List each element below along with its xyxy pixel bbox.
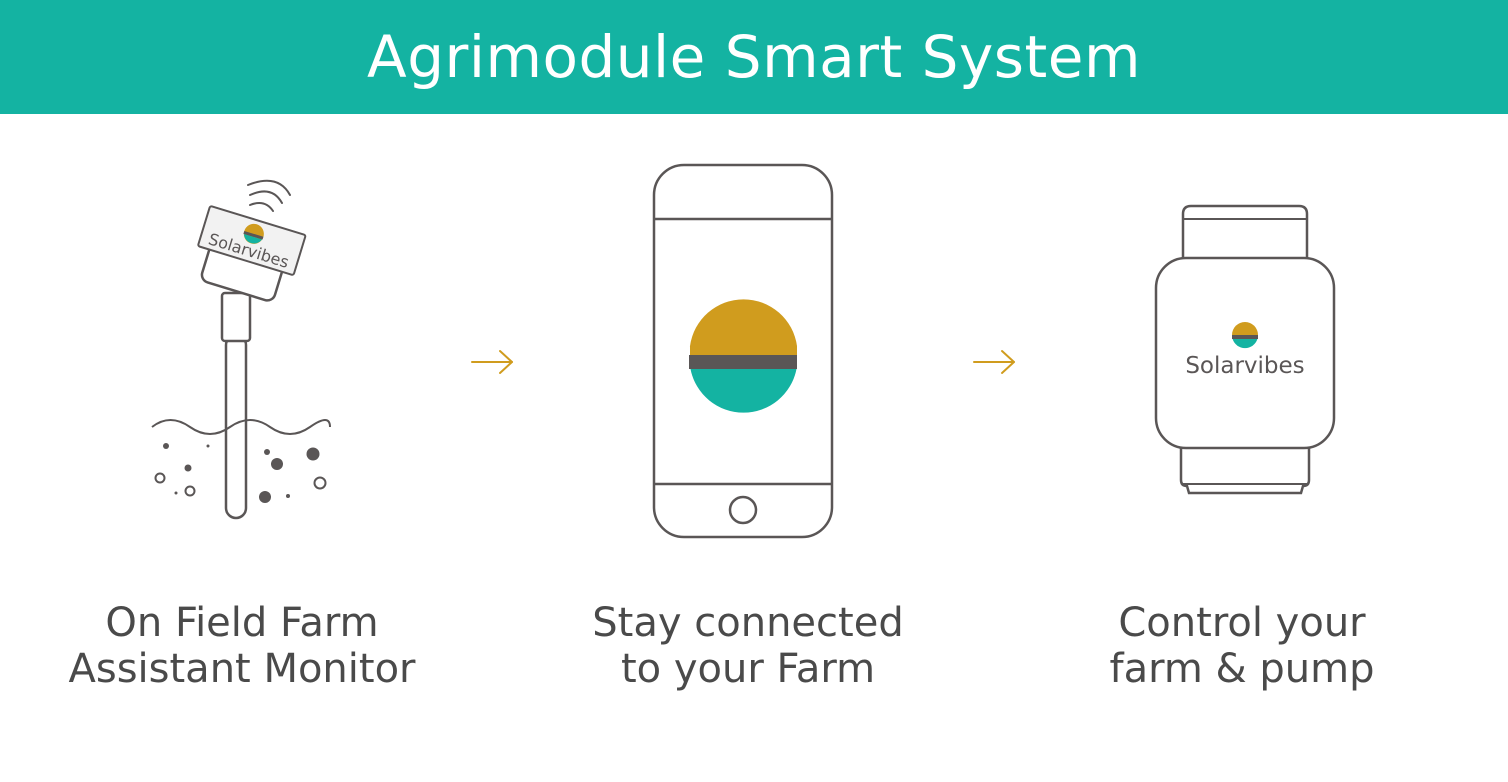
page-title: Agrimodule Smart System (367, 23, 1141, 91)
caption-line: to your Farm (620, 646, 876, 692)
smartwatch-icon: Solarvibes (1154, 204, 1336, 495)
caption-line: Stay connected (592, 600, 904, 646)
watch-brand-logo-icon (1232, 322, 1258, 349)
soil-sensor-icon: Solarvibes (151, 179, 331, 520)
step-caption-control: Control your farm & pump (1032, 600, 1452, 692)
watch-brand-label: Solarvibes (1185, 353, 1304, 379)
caption-line: Control your (1118, 600, 1366, 646)
brand-logo-icon (689, 299, 797, 413)
smartphone-icon (652, 163, 834, 539)
caption-line: farm & pump (1109, 646, 1375, 692)
wifi-signal-icon (247, 179, 291, 212)
caption-line: On Field Farm (105, 600, 379, 646)
caption-line: Assistant Monitor (68, 646, 416, 692)
step-caption-monitor: On Field Farm Assistant Monitor (32, 600, 452, 692)
arrow-right-icon (471, 350, 513, 374)
header-bar: Agrimodule Smart System (0, 0, 1508, 114)
arrow-right-icon (973, 350, 1015, 374)
step-caption-connected: Stay connected to your Farm (538, 600, 958, 692)
